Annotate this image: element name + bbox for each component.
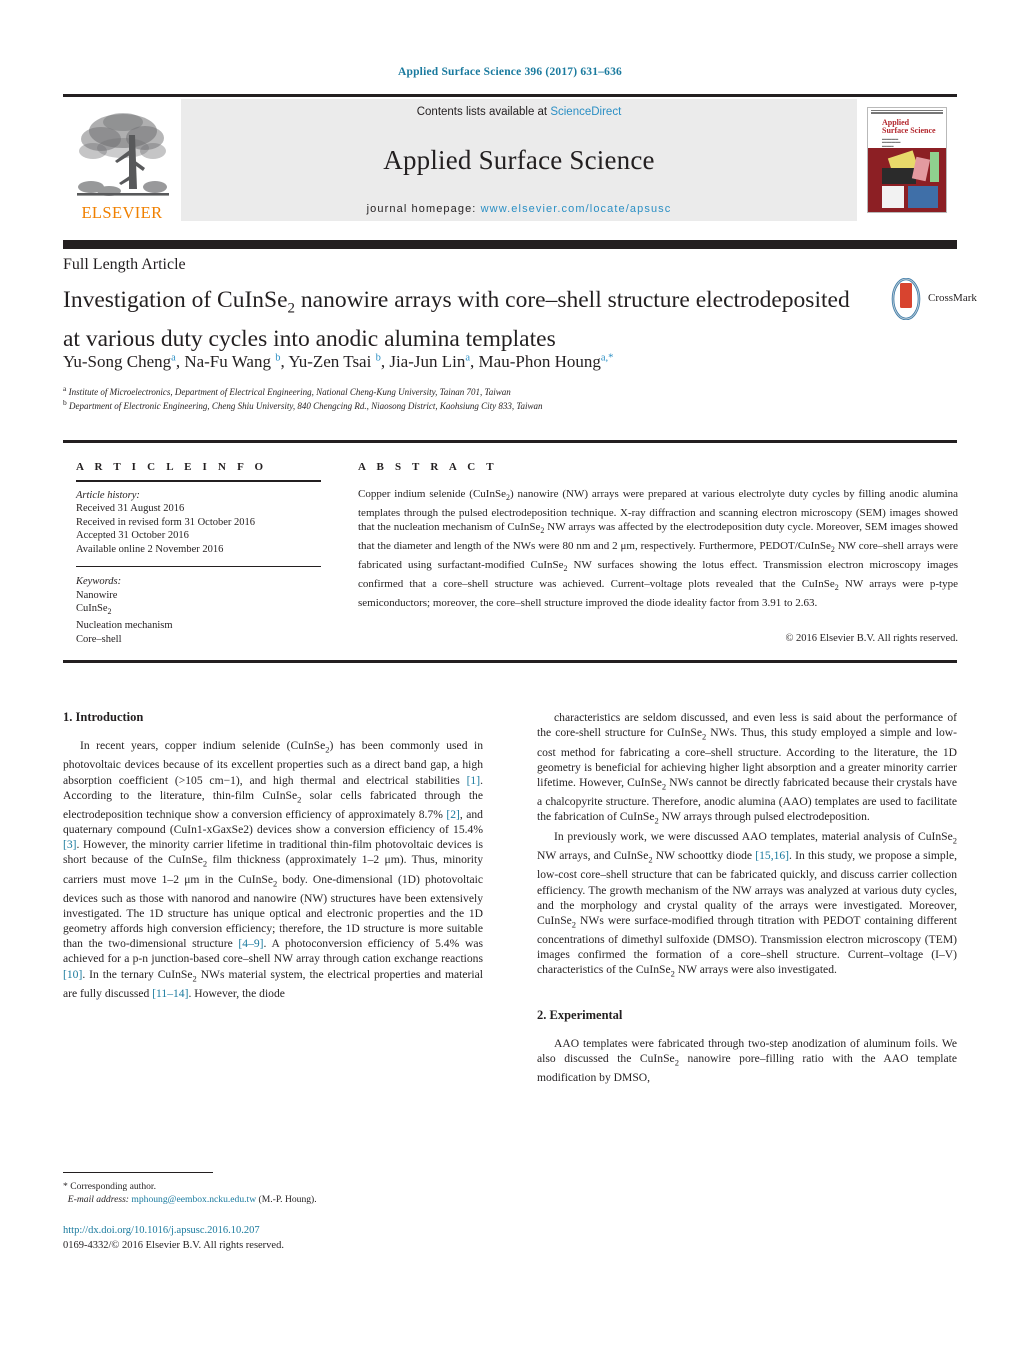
elsevier-tree-icon [71, 105, 173, 205]
abstract-heading: A B S T R A C T [358, 461, 498, 473]
crossmark-icon [891, 278, 921, 320]
section-heading-experimental: 2. Experimental [537, 1007, 623, 1022]
author-affil-marker: a [171, 352, 176, 364]
info-section-bottom-rule [63, 660, 957, 663]
running-head: Applied Surface Science 396 (2017) 631–6… [397, 66, 622, 78]
keyword-item: Nanowire [76, 589, 118, 601]
keywords-block: Keywords: Nanowire CuInSe2 Nucleation me… [76, 575, 331, 646]
cover-art-shape-6 [908, 185, 938, 208]
cover-art-shape-4 [930, 151, 939, 182]
page-title: Investigation of CuInSe2 nanowire arrays… [63, 285, 853, 354]
corresponding-author-note: * Corresponding author. E-mail address: … [63, 1180, 483, 1206]
section-heading-introduction: 1. Introduction [63, 710, 144, 724]
doi-link[interactable]: http://dx.doi.org/10.1016/j.apsusc.2016.… [63, 1225, 260, 1236]
info-section-top-rule [63, 440, 957, 443]
cover-journal-title: Applied Surface Science [882, 118, 936, 136]
paragraph-intro-2: characteristics are seldom discussed, an… [537, 711, 957, 826]
cover-title-line2: Surface Science [882, 126, 936, 135]
author-affil-marker: a,* [600, 352, 614, 364]
article-info-column: Article history: Received 31 August 2016… [76, 480, 331, 646]
history-item: Available online 2 November 2016 [76, 543, 224, 555]
tree-svg [77, 112, 169, 196]
affiliation-b: b Department of Electronic Engineering, … [63, 398, 543, 411]
keyword-item: Nucleation mechanism [76, 620, 173, 632]
affil-marker-a: a [63, 384, 67, 393]
cover-top: Applied Surface Science ▂▂▂▂▂▂▂ ▂▂▂▂▂▂▂▂ ▂… [868, 107, 946, 148]
masthead-center: Contents lists available at ScienceDirec… [181, 98, 857, 221]
cover-image: Applied Surface Science ▂▂▂▂▂▂▂ ▂▂▂▂▂▂▂▂ ▂… [867, 106, 947, 213]
cover-art-shape-2 [882, 167, 916, 184]
crossmark-badge[interactable]: CrossMark [886, 278, 977, 324]
cover-artwork [868, 147, 946, 212]
article-history-block: Article history: Received 31 August 2016… [76, 489, 331, 557]
affiliation-a: a Institute of Microelectronics, Departm… [63, 384, 511, 397]
info-rule-middle [76, 565, 321, 568]
title-subscript: 2 [287, 300, 296, 317]
issn-copyright-line: 0169-4332/© 2016 Elsevier B.V. All right… [63, 1240, 284, 1251]
author-affil-marker: b [375, 352, 381, 364]
author-affil-marker: a [465, 352, 471, 364]
journal-masthead: ELSEVIER Contents lists available at Sci… [63, 94, 957, 222]
history-item: Received in revised form 31 October 2016 [76, 516, 256, 528]
paragraph-intro-1: In recent years, copper indium selenide … [63, 739, 484, 1000]
contents-list-line: Contents lists available at ScienceDirec… [417, 106, 622, 118]
journal-article-first-page: Applied Surface Science 396 (2017) 631–6… [0, 0, 1020, 1351]
info-rule-top [76, 480, 321, 482]
email-label: E-mail address: [67, 1194, 129, 1205]
keywords-label: Keywords: [76, 576, 122, 588]
author-affil-marker: b [275, 352, 281, 364]
cover-art-shape-3 [911, 156, 931, 181]
keyword-item: Core–shell [76, 633, 122, 645]
article-type-label: Full Length Article [63, 256, 186, 273]
footnote-rule [63, 1172, 213, 1174]
cover-header-lines [871, 109, 943, 115]
journal-cover-thumbnail: Applied Surface Science ▂▂▂▂▂▂▂ ▂▂▂▂▂▂▂▂ ▂… [857, 98, 957, 221]
corresponding-email-link[interactable]: mphoung@eembox.ncku.edu.tw [131, 1194, 256, 1205]
journal-title: Applied Surface Science [383, 144, 655, 175]
cover-subtitle-lines: ▂▂▂▂▂▂▂ ▂▂▂▂▂▂▂▂ ▂▂▂▂▂ [882, 135, 901, 147]
article-history-label: Article history: [76, 489, 140, 501]
title-line-1: Investigation of CuInSe2 nanowire arrays… [63, 287, 690, 317]
corresponding-label: Corresponding author. [67, 1181, 156, 1192]
title-part-a: Investigation of CuInSe [63, 287, 288, 313]
body-column-right: characteristics are seldom discussed, an… [537, 710, 957, 1085]
history-item: Received 31 August 2016 [76, 503, 185, 515]
elsevier-wordmark: ELSEVIER [81, 202, 163, 222]
masthead-top-rule [63, 94, 957, 97]
elsevier-logo: ELSEVIER [63, 98, 181, 222]
journal-homepage-line: journal homepage: www.elsevier.com/locat… [367, 203, 672, 215]
author-list: Yu-Song Chenga, Na-Fu Wang b, Yu-Zen Tsa… [63, 352, 614, 371]
article-info-heading: A R T I C L E I N F O [76, 461, 268, 473]
title-divider-rule [63, 240, 957, 249]
sciencedirect-link[interactable]: ScienceDirect [550, 106, 621, 118]
homepage-url-link[interactable]: www.elsevier.com/locate/apsusc [481, 203, 672, 215]
title-part-b: nanowire arrays with core–shell structur… [295, 287, 690, 313]
history-item: Accepted 31 October 2016 [76, 530, 189, 542]
body-column-left: 1. Introduction In recent years, copper … [63, 710, 483, 1001]
email-suffix: (M.-P. Houng). [256, 1194, 317, 1205]
contents-prefix: Contents lists available at [416, 105, 551, 118]
keyword-subscript: 2 [107, 607, 112, 617]
homepage-label: journal homepage: [366, 202, 481, 215]
affil-marker-b: b [63, 398, 67, 407]
paragraph-intro-3: In previously work, we were discussed AA… [537, 829, 957, 979]
copyright-line: © 2016 Elsevier B.V. All rights reserved… [785, 633, 958, 644]
cover-art-shape-5 [882, 185, 904, 208]
keyword-item: CuInSe2 [76, 603, 112, 617]
abstract-text: Copper indium selenide (CuInSe2) nanowir… [358, 488, 959, 609]
paragraph-experimental-1: AAO templates were fabricated through tw… [537, 1036, 957, 1085]
crossmark-label: CrossMark [928, 292, 977, 304]
